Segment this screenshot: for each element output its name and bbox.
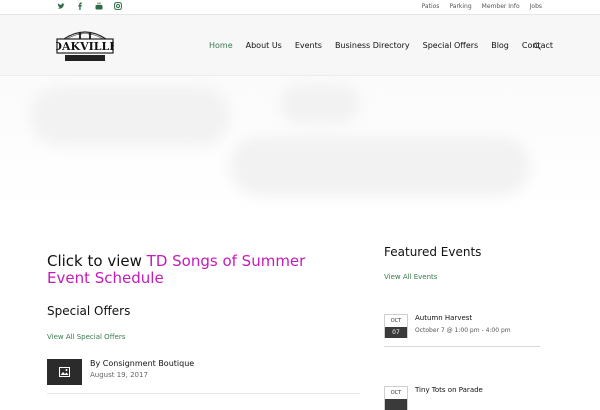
divider: [384, 346, 540, 347]
event-time: October 7 @ 1:00 pm - 4:00 pm: [415, 327, 511, 334]
event-date-badge: OCT: [384, 386, 408, 410]
youtube-icon[interactable]: [95, 2, 103, 11]
utility-links: Patios Parking Member Info Jobs: [422, 3, 542, 10]
event-title[interactable]: Tiny Tots on Parade: [415, 386, 483, 394]
nav-special-offers[interactable]: Special Offers: [423, 41, 479, 50]
logo-wordmark: OAKVILLE: [56, 40, 114, 53]
link-parking[interactable]: Parking: [449, 3, 471, 10]
nav-about-us[interactable]: About Us: [246, 41, 282, 50]
site-header: OAKVILLE Home About Us Events Business D…: [0, 15, 600, 76]
nav-business-directory[interactable]: Business Directory: [335, 41, 410, 50]
event-month: OCT: [385, 387, 407, 399]
facebook-icon[interactable]: [76, 2, 84, 11]
link-jobs[interactable]: Jobs: [530, 3, 542, 10]
oakville-logo[interactable]: OAKVILLE: [52, 25, 118, 65]
nav-home[interactable]: Home: [209, 41, 233, 50]
image-icon: [59, 367, 70, 377]
instagram-icon[interactable]: [114, 2, 122, 11]
event-day: [385, 399, 407, 410]
main-nav: Home About Us Events Business Directory …: [209, 41, 566, 50]
event-title[interactable]: Autumn Harvest: [415, 314, 472, 322]
nav-events[interactable]: Events: [295, 41, 322, 50]
event-date-badge: OCT 07: [384, 314, 408, 338]
offer-title[interactable]: By Consignment Boutique: [90, 359, 194, 368]
featured-events-heading: Featured Events: [384, 245, 482, 259]
link-member-info[interactable]: Member Info: [482, 3, 520, 10]
offer-thumbnail[interactable]: [47, 359, 82, 385]
social-links: [57, 2, 122, 11]
cta-prefix: Click to view: [47, 252, 147, 270]
view-all-special-offers-link[interactable]: View All Special Offers: [47, 333, 125, 341]
nav-blog[interactable]: Blog: [491, 41, 509, 50]
hero-banner: [0, 76, 600, 214]
link-patios[interactable]: Patios: [422, 3, 440, 10]
event-item[interactable]: OCT Tiny Tots on Parade: [384, 386, 540, 410]
divider: [47, 393, 360, 394]
event-month: OCT: [385, 315, 407, 327]
view-all-events-link[interactable]: View All Events: [384, 273, 437, 281]
songs-of-summer-cta: Click to view TD Songs of Summer Event S…: [47, 253, 347, 287]
special-offers-heading: Special Offers: [47, 304, 131, 318]
offer-date: August 19, 2017: [90, 371, 148, 379]
event-item[interactable]: OCT 07 Autumn Harvest October 7 @ 1:00 p…: [384, 314, 540, 347]
top-utility-bar: Patios Parking Member Info Jobs: [0, 0, 600, 15]
search-icon[interactable]: [533, 42, 541, 50]
twitter-icon[interactable]: [57, 2, 65, 11]
event-day: 07: [385, 327, 407, 338]
